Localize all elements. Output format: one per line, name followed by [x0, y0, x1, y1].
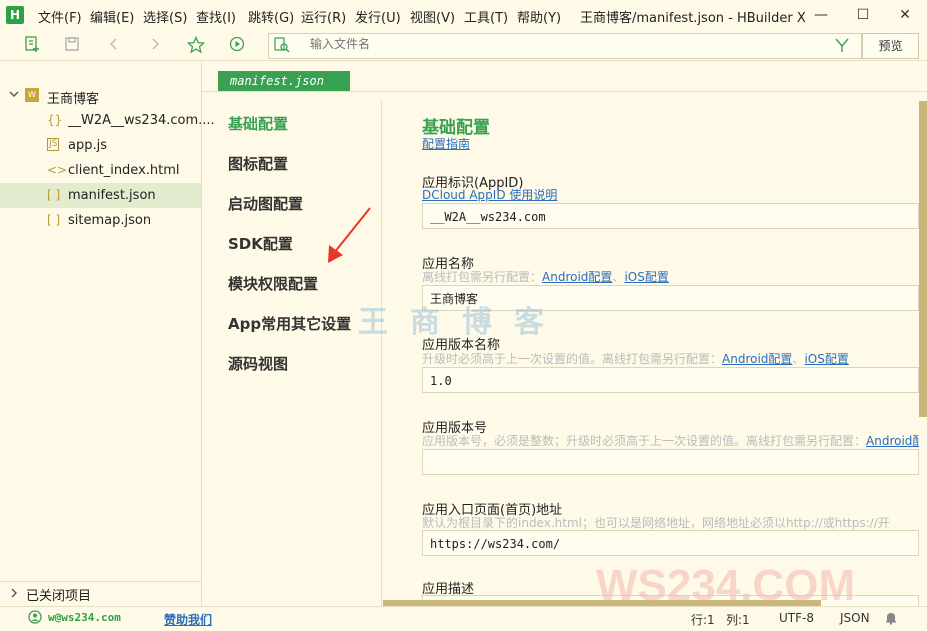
- project-folder-icon: W: [25, 88, 39, 102]
- android-config-link[interactable]: Android配置: [542, 270, 612, 284]
- save-icon[interactable]: [62, 36, 82, 56]
- tab-divider: [202, 91, 927, 92]
- appid-help-link[interactable]: DCloud AppID 使用说明: [422, 186, 557, 203]
- close-button[interactable]: ✕: [894, 4, 916, 26]
- version-code-hint: 应用版本号，必须是整数；升级时必须高于上一次设置的值。离线打包需另行配置：And…: [422, 432, 924, 449]
- minimize-button[interactable]: —: [810, 4, 832, 26]
- menu-find[interactable]: 查找(I): [196, 7, 236, 26]
- android-config-link[interactable]: Android配置: [722, 352, 792, 366]
- file-item-client-index[interactable]: client_index.html: [68, 163, 180, 178]
- tab-manifest-json[interactable]: manifest.json: [218, 71, 350, 91]
- menu-file[interactable]: 文件(F): [38, 7, 82, 26]
- version-name-hint: 升级时必须高于上一次设置的值。离线打包需另行配置：Android配置、iOS配置: [422, 350, 849, 367]
- file-search-icon: [274, 37, 290, 53]
- language-mode[interactable]: JSON: [840, 611, 870, 625]
- user-icon: [28, 610, 42, 624]
- ios-config-link[interactable]: iOS配置: [624, 270, 668, 284]
- nav-splash-config[interactable]: 启动图配置: [228, 193, 303, 214]
- new-file-icon[interactable]: [22, 36, 42, 56]
- user-account[interactable]: w@ws234.com: [48, 611, 121, 624]
- entry-page-hint: 默认为根目录下的index.html；也可以是网络地址，网络地址必须以http:…: [422, 516, 890, 530]
- menu-tools[interactable]: 工具(T): [464, 7, 508, 26]
- menu-help[interactable]: 帮助(Y): [517, 7, 561, 26]
- nav-permission-config[interactable]: 模块权限配置: [228, 273, 318, 294]
- menu-view[interactable]: 视图(V): [410, 7, 455, 26]
- menu-goto[interactable]: 跳转(G): [248, 7, 294, 26]
- json-file-icon: [ ]: [47, 188, 61, 202]
- nav-basic-config[interactable]: 基础配置: [228, 113, 288, 134]
- json-file-icon: [ ]: [47, 213, 61, 227]
- window-title: 王商博客/manifest.json - HBuilder X: [580, 11, 806, 26]
- nav-sdk-config[interactable]: SDK配置: [228, 233, 293, 254]
- version-name-field[interactable]: 1.0: [422, 367, 919, 393]
- file-encoding[interactable]: UTF-8: [779, 611, 814, 625]
- file-item-w2a[interactable]: __W2A__ws234.com....: [68, 113, 215, 128]
- bell-icon[interactable]: [884, 611, 898, 625]
- star-icon[interactable]: [186, 35, 206, 56]
- file-item-manifest[interactable]: manifest.json: [68, 188, 156, 203]
- menu-select[interactable]: 选择(S): [143, 7, 187, 26]
- ios-config-link[interactable]: iOS配置: [804, 352, 848, 366]
- preview-button[interactable]: 预览: [862, 33, 919, 59]
- file-search-input[interactable]: [310, 37, 810, 51]
- filter-icon[interactable]: [834, 37, 850, 53]
- entry-page-field[interactable]: https://ws234.com/: [422, 530, 919, 556]
- menu-run[interactable]: 运行(R): [301, 7, 346, 26]
- version-code-field[interactable]: [422, 449, 919, 475]
- forward-icon[interactable]: [145, 36, 165, 56]
- app-name-hint-text: 离线打包需另行配置：: [422, 270, 543, 284]
- nav-source-view[interactable]: 源码视图: [228, 353, 288, 374]
- app-name-hint: 离线打包需另行配置：Android配置、iOS配置: [422, 268, 669, 285]
- sponsor-link[interactable]: 赞助我们: [164, 611, 212, 628]
- nav-divider: [381, 101, 382, 606]
- hbuilder-logo-icon: H: [6, 6, 24, 24]
- project-name[interactable]: 王商博客: [47, 88, 99, 107]
- version-code-hint-text: 应用版本号，必须是整数；升级时必须高于上一次设置的值。离线打包需另行配置：: [422, 434, 867, 448]
- cursor-line[interactable]: 行:1: [691, 611, 715, 628]
- android-config-link[interactable]: Android配: [866, 434, 924, 448]
- chevron-right-icon[interactable]: [9, 587, 19, 599]
- project-collapse-chevron-icon[interactable]: [8, 88, 20, 104]
- file-item-app-js[interactable]: app.js: [68, 138, 107, 153]
- appid-field[interactable]: __W2A__ws234.com: [422, 203, 919, 229]
- config-guide-link[interactable]: 配置指南: [422, 135, 470, 152]
- cursor-column[interactable]: 列:1: [726, 611, 750, 628]
- file-item-sitemap[interactable]: sitemap.json: [68, 213, 151, 228]
- watermark-english: WS234.COM: [596, 561, 856, 610]
- run-icon[interactable]: [227, 36, 247, 56]
- separator: 、: [612, 270, 625, 284]
- maximize-button[interactable]: ☐: [852, 4, 874, 26]
- menu-edit[interactable]: 编辑(E): [90, 7, 134, 26]
- html-file-icon: <>: [47, 163, 68, 177]
- nav-icon-config[interactable]: 图标配置: [228, 153, 288, 174]
- separator: 、: [792, 352, 805, 366]
- watermark-chinese: 王商博客: [358, 305, 566, 340]
- back-icon[interactable]: [104, 36, 124, 56]
- nav-app-other-settings[interactable]: App常用其它设置: [228, 313, 351, 334]
- js-file-icon: JS: [47, 138, 60, 151]
- red-arrow-icon: [318, 205, 378, 271]
- closed-projects-label[interactable]: 已关闭项目: [26, 585, 91, 604]
- vertical-scrollbar-thumb[interactable]: [919, 101, 927, 417]
- version-name-hint-text: 升级时必须高于上一次设置的值。离线打包需另行配置：: [422, 352, 723, 366]
- json-file-icon: {}: [47, 113, 63, 127]
- menu-publish[interactable]: 发行(U): [355, 7, 401, 26]
